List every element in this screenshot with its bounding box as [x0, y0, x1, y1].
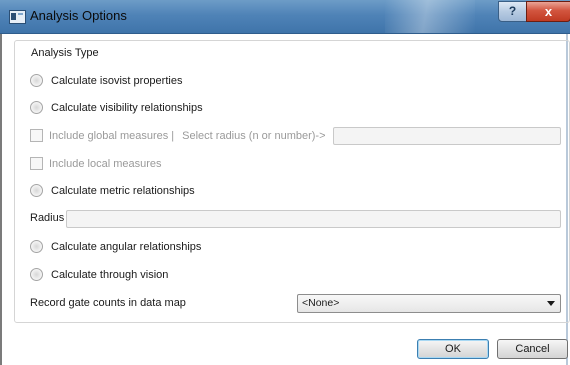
- gate-counts-selected: <None>: [302, 297, 340, 309]
- window-title: Analysis Options: [30, 8, 127, 23]
- title-bar[interactable]: Analysis Options ? x: [0, 0, 570, 34]
- metric-radius-input[interactable]: [66, 210, 561, 228]
- global-measures-label: Include global measures |: [49, 129, 175, 142]
- groupbox-title: Analysis Type: [30, 47, 100, 59]
- close-button[interactable]: x: [526, 1, 570, 22]
- select-radius-label: Select radius (n or number)->: [182, 129, 326, 142]
- through-vision-radio[interactable]: [30, 268, 43, 281]
- through-vision-option[interactable]: Calculate through vision: [30, 268, 168, 281]
- local-measures-label: Include local measures: [49, 157, 162, 170]
- metric-label: Calculate metric relationships: [51, 184, 195, 197]
- global-radius-input[interactable]: [333, 127, 561, 145]
- gate-counts-dropdown[interactable]: <None>: [297, 294, 561, 313]
- through-vision-label: Calculate through vision: [51, 268, 169, 281]
- chevron-down-icon: [547, 301, 555, 306]
- app-window-icon: [9, 10, 26, 24]
- angular-option[interactable]: Calculate angular relationships: [30, 240, 201, 253]
- isovist-label: Calculate isovist properties: [51, 74, 183, 87]
- global-measures-option[interactable]: Include global measures | Select radius …: [30, 129, 326, 142]
- angular-label: Calculate angular relationships: [51, 240, 202, 253]
- metric-option[interactable]: Calculate metric relationships: [30, 184, 195, 197]
- help-button[interactable]: ?: [498, 1, 527, 22]
- visibility-option[interactable]: Calculate visibility relationships: [30, 101, 203, 114]
- local-measures-checkbox[interactable]: [30, 157, 43, 170]
- cancel-button[interactable]: Cancel: [497, 339, 568, 359]
- global-measures-checkbox[interactable]: [30, 129, 43, 142]
- isovist-option[interactable]: Calculate isovist properties: [30, 74, 182, 87]
- metric-radio[interactable]: [30, 184, 43, 197]
- local-measures-option[interactable]: Include local measures: [30, 157, 162, 170]
- gate-counts-label: Record gate counts in data map: [30, 297, 186, 309]
- isovist-radio[interactable]: [30, 74, 43, 87]
- visibility-radio[interactable]: [30, 101, 43, 114]
- visibility-label: Calculate visibility relationships: [51, 101, 203, 114]
- radius-label: Radius: [30, 212, 65, 224]
- title-bar-sheen: [385, 0, 475, 33]
- ok-button[interactable]: OK: [417, 339, 489, 359]
- angular-radio[interactable]: [30, 240, 43, 253]
